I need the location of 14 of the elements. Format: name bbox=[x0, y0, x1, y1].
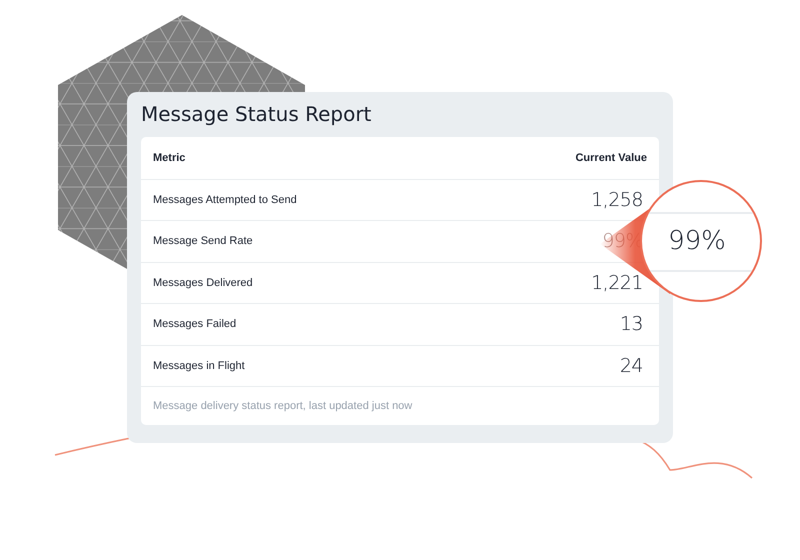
value-cell-text: 24 bbox=[620, 354, 644, 377]
column-header: Current Value bbox=[575, 152, 647, 164]
column-header: Metric bbox=[153, 152, 186, 164]
metric-cell: Messages Delivered bbox=[153, 276, 253, 289]
value-cell-text: 13 bbox=[620, 313, 644, 336]
metric-cell: Message Send Rate bbox=[153, 235, 253, 248]
report-title: Message Status Report bbox=[141, 101, 372, 128]
magnified-value: 99% bbox=[668, 226, 727, 256]
metric-cell: Messages Failed bbox=[153, 318, 236, 330]
metric-cell: Messages Attempted to Send bbox=[153, 194, 297, 206]
value-cell-text: 1,258 bbox=[591, 188, 644, 211]
table-caption: Message delivery status report, last updated just now bbox=[152, 399, 414, 414]
metric-cell: Messages in Flight bbox=[153, 360, 245, 372]
value-cell-text: 1,221 bbox=[591, 272, 644, 294]
